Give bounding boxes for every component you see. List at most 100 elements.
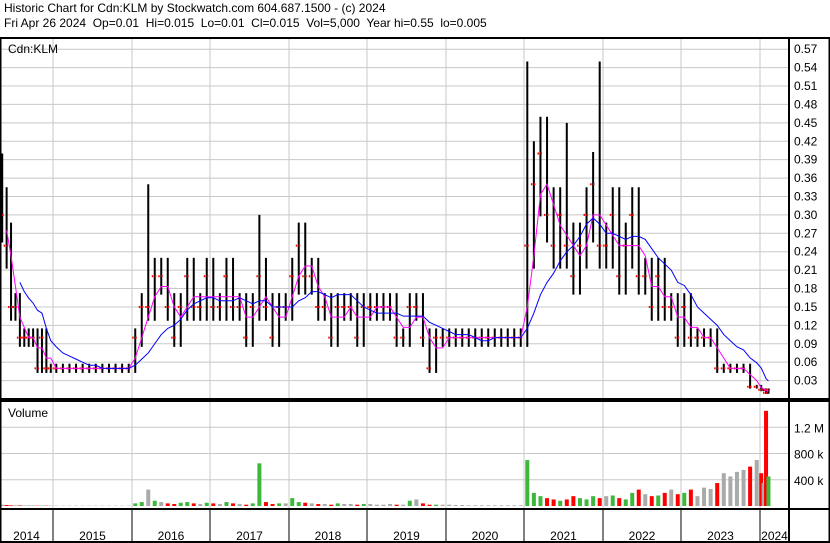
volume-bar [270,504,275,506]
year-label: 2021 [550,529,577,543]
price-tick-label: 0.24 [794,245,818,259]
volume-bar [766,476,771,506]
year-label: 2023 [707,529,734,543]
volume-bar [198,504,203,506]
volume-bar [277,503,282,506]
volume-bar [604,496,609,506]
volume-bar [754,460,759,506]
price-tick-label: 0.42 [794,134,818,148]
volume-bar [525,460,530,506]
volume-bar [244,504,249,506]
volume-bar [414,499,419,506]
volume-bar [361,504,366,506]
price-panel-frame [0,37,830,400]
price-tick-label: 0.27 [794,226,818,240]
volume-bar [401,504,406,506]
volume-bar [669,489,674,506]
volume-bar [427,504,432,506]
volume-bar [420,503,425,506]
volume-bar [649,496,654,506]
volume-bar [388,504,393,506]
volume-bar [460,505,465,506]
volume-bar [682,492,687,506]
volume-bar [675,494,680,506]
volume-bar [263,502,268,506]
volume-bar [662,492,667,506]
price-tick-label: 0.18 [794,282,818,296]
volume-bar [191,503,196,506]
volume-bar [479,505,484,506]
price-tick-label: 0.54 [794,61,818,75]
price-tick-label: 0.21 [794,263,818,277]
volume-bar [381,504,386,506]
volume-bar [13,505,18,506]
volume-bar [636,489,641,506]
volume-bar [283,503,288,506]
volume-bar [26,505,31,506]
volume-bar [316,504,321,506]
volume-bar [231,503,236,506]
volume-bar [584,499,589,506]
volume-tick-label: 1.2 M [794,421,824,435]
volume-bar [133,503,138,506]
year-label: 2018 [315,529,342,543]
volume-bar [165,503,170,506]
volume-bar [368,504,373,506]
volume-bar [290,498,295,506]
volume-bar [348,504,353,506]
volume-bar [139,502,144,506]
volume-bar [17,505,22,506]
volume-bar [440,504,445,506]
volume-bar [335,503,340,506]
volume-bar [178,502,183,506]
year-label: 2020 [472,529,499,543]
volume-bar [597,498,602,506]
volume-bar [571,496,576,506]
price-tick-label: 0.09 [794,337,818,351]
volume-bar [492,505,497,506]
volume-bar [303,502,308,506]
volume-bar [617,498,622,506]
volume-bar [394,504,399,506]
volume-bar [728,476,733,506]
volume-bar [558,500,563,506]
volume-bar [721,473,726,506]
year-label: 2024 [761,529,788,543]
volume-bar [748,466,753,506]
volume-bar [486,505,491,506]
volume-bar [538,496,543,506]
volume-bar [250,503,255,506]
volume-bar [22,505,27,506]
volume-bar [309,503,314,506]
volume-bar [4,505,9,506]
volume-bar [591,496,596,506]
volume-bar [453,505,458,506]
volume-bar [146,489,151,506]
year-label: 2014 [13,529,40,543]
volume-bar [342,504,347,506]
volume-bar [695,496,700,506]
volume-bar [643,494,648,506]
year-label: 2017 [236,529,263,543]
price-tick-label: 0.36 [794,171,818,185]
price-tick-label: 0.57 [794,42,818,56]
volume-bar [499,505,504,506]
volume-bar [688,489,693,506]
chart-svg: 0.03 0.06 0.09 0.12 0.15 0.18 0.21 0.24 0.27 0.30… [0,37,830,543]
volume-bar [237,504,242,506]
volume-bar [656,495,661,506]
volume-bar [715,483,720,506]
volume-bar [623,499,628,506]
volume-bar [31,505,36,506]
volume-bar [577,498,582,506]
volume-bar [473,505,478,506]
volume-bar [355,504,360,506]
price-tick-label: 0.15 [794,300,818,314]
volume-bar [211,503,216,506]
volume-bar [551,499,556,506]
volume-bar [708,488,713,506]
volume-bar [152,500,157,506]
volume-bar [610,495,615,506]
volume-tick-label: 800 k [794,448,824,462]
volume-bar [434,504,439,506]
